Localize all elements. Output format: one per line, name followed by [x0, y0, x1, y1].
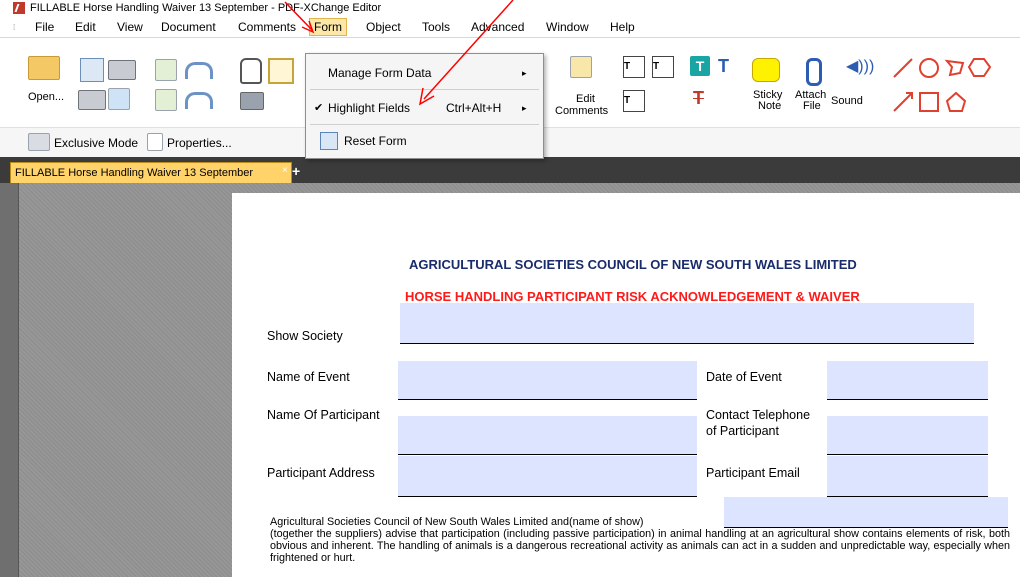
speaker-icon[interactable]: ◀︎))): [846, 58, 874, 76]
document-tab-label[interactable]: FILLABLE Horse Handling Waiver 13 Septem…: [15, 163, 253, 183]
select-text-icon[interactable]: [268, 58, 294, 84]
name-of-participant-field[interactable]: [398, 416, 697, 455]
callout-icon[interactable]: T: [623, 90, 645, 112]
exclusive-mode-button[interactable]: Exclusive Mode: [54, 136, 138, 150]
submenu-arrow-icon: ▸: [522, 68, 527, 78]
paperclip-icon[interactable]: [806, 58, 822, 86]
reset-form-icon: [320, 132, 338, 150]
snapshot-icon[interactable]: [240, 92, 264, 110]
document-tab-strip: FILLABLE Horse Handling Waiver 13 Septem…: [0, 157, 1020, 184]
name-of-event-field[interactable]: [398, 361, 697, 400]
participant-address-label: Participant Address: [267, 466, 375, 480]
email-icon[interactable]: [108, 88, 130, 110]
menu-form[interactable]: Form: [309, 18, 347, 36]
date-of-event-label: Date of Event: [706, 370, 782, 384]
shape-tools: [893, 58, 992, 112]
menu-tools[interactable]: Tools: [422, 20, 450, 34]
edit-comments-icon[interactable]: [570, 56, 592, 78]
properties-button[interactable]: Properties...: [167, 136, 232, 150]
properties-icon[interactable]: [147, 133, 163, 151]
strikeout-icon[interactable]: T: [693, 88, 704, 109]
menu-file[interactable]: File: [35, 20, 54, 34]
print-icon[interactable]: [78, 90, 106, 110]
reset-form-label: Reset Form: [344, 134, 407, 148]
name-of-participant-label: Name Of Participant: [267, 408, 380, 422]
oval-tool-icon[interactable]: [919, 58, 939, 78]
folder-icon: [28, 56, 60, 80]
document-tab[interactable]: FILLABLE Horse Handling Waiver 13 Septem…: [10, 162, 292, 184]
line-tool-icon[interactable]: [893, 58, 913, 78]
typewriter-icon[interactable]: T: [623, 56, 645, 78]
manage-form-data-label: Manage Form Data: [328, 66, 432, 80]
sticky-note-icon[interactable]: [752, 58, 780, 82]
menu-comments[interactable]: Comments: [238, 20, 296, 34]
polygon-cloud-icon[interactable]: [944, 59, 965, 77]
menu-advanced[interactable]: Advanced: [471, 20, 524, 34]
sticky-note-label-2[interactable]: Note: [758, 100, 781, 112]
pdf-page: AGRICULTURAL SOCIETIES COUNCIL OF NEW SO…: [232, 193, 1020, 577]
name-of-event-label: Name of Event: [267, 370, 350, 384]
menu-window[interactable]: Window: [546, 20, 589, 34]
waiver-paragraph: (together the suppliers) advise that par…: [270, 528, 1010, 564]
menu-bar: ⁞ File Edit View Document Comments Form …: [0, 17, 1020, 37]
menu-separator: [310, 89, 539, 90]
open-button[interactable]: [28, 56, 60, 80]
menu-object[interactable]: Object: [366, 20, 401, 34]
scanner-icon[interactable]: [108, 60, 136, 80]
participant-email-label: Participant Email: [706, 466, 800, 480]
contact-telephone-field[interactable]: [827, 416, 988, 455]
menu-gripper-icon: ⁞: [13, 23, 16, 32]
submenu-arrow-icon: ▸: [522, 103, 527, 113]
rectangle-tool-icon[interactable]: [919, 92, 939, 112]
menu-item-highlight-fields[interactable]: ✔ Highlight Fields Ctrl+Alt+H ▸: [306, 97, 543, 119]
name-of-show-field[interactable]: [724, 497, 1008, 528]
forward-icon[interactable]: [155, 89, 177, 111]
highlight-fields-label: Highlight Fields: [328, 101, 411, 115]
form-menu-dropdown: Manage Form Data ▸ ✔ Highlight Fields Ct…: [305, 53, 544, 159]
contact-telephone-label-2: of Participant: [706, 424, 779, 438]
left-panel-bar[interactable]: [0, 183, 19, 577]
app-icon: [13, 2, 25, 14]
sound-label[interactable]: Sound: [831, 95, 863, 107]
participant-address-field[interactable]: [398, 456, 697, 497]
open-label[interactable]: Open...: [28, 91, 64, 103]
checkmark-icon: ✔: [314, 102, 324, 114]
menu-item-reset-form[interactable]: Reset Form: [306, 130, 543, 152]
menu-item-manage-form-data[interactable]: Manage Form Data ▸: [306, 62, 543, 84]
edit-comments-label-2[interactable]: Comments: [555, 105, 608, 117]
arrow-tool-icon[interactable]: [893, 92, 913, 112]
show-society-field[interactable]: [400, 303, 974, 344]
text-color-icon[interactable]: T: [718, 56, 729, 77]
close-tab-icon[interactable]: ×: [282, 161, 288, 181]
highlight-fields-shortcut: Ctrl+Alt+H: [446, 101, 502, 115]
cloud-tool-icon[interactable]: [967, 58, 992, 77]
window-title: FILLABLE Horse Handling Waiver 13 Septem…: [30, 2, 382, 14]
date-of-event-field[interactable]: [827, 361, 988, 400]
participant-email-field[interactable]: [827, 456, 988, 497]
title-bar: FILLABLE Horse Handling Waiver 13 Septem…: [0, 0, 1020, 17]
polygon-tool-icon[interactable]: [945, 91, 967, 112]
attach-file-label-2[interactable]: File: [803, 100, 821, 112]
document-subheading: HORSE HANDLING PARTICIPANT RISK ACKNOWLE…: [405, 289, 860, 304]
hand-tool-icon[interactable]: [240, 58, 262, 84]
waiver-paragraph-line1: Agricultural Societies Council of New So…: [270, 516, 644, 528]
save-icon[interactable]: [80, 58, 104, 82]
redo-icon[interactable]: [185, 92, 213, 109]
menu-view[interactable]: View: [117, 20, 143, 34]
back-icon[interactable]: [155, 59, 177, 81]
show-society-label: Show Society: [267, 329, 343, 343]
menu-separator: [310, 124, 539, 125]
menu-document[interactable]: Document: [161, 20, 216, 34]
textbox-icon[interactable]: T: [652, 56, 674, 78]
edit-comments-label-1[interactable]: Edit: [576, 93, 595, 105]
menu-help[interactable]: Help: [610, 20, 635, 34]
undo-icon[interactable]: [185, 62, 213, 79]
text-highlight-icon[interactable]: T: [690, 56, 710, 76]
exclusive-mode-icon[interactable]: [28, 133, 50, 151]
contact-telephone-label-1: Contact Telephone: [706, 408, 811, 422]
document-heading: AGRICULTURAL SOCIETIES COUNCIL OF NEW SO…: [409, 257, 857, 272]
new-tab-icon[interactable]: +: [292, 164, 306, 178]
menu-edit[interactable]: Edit: [75, 20, 96, 34]
